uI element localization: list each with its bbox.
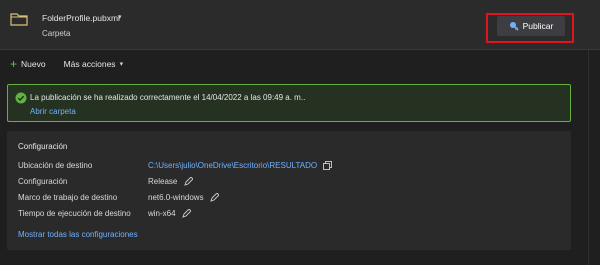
target-framework-value: net6.0-windows	[148, 193, 204, 202]
publish-button[interactable]: Publicar	[497, 16, 565, 36]
row-label: Marco de trabajo de destino	[18, 193, 118, 202]
row-label: Configuración	[18, 177, 68, 186]
row-value: C:\Users\julio\OneDrive\Escritorio\RESUL…	[148, 161, 333, 171]
success-alert: La publicación se ha realizado correctam…	[7, 84, 571, 122]
check-circle-icon	[15, 92, 27, 104]
profile-name[interactable]: FolderProfile.pubxml	[42, 13, 120, 23]
row-label: Ubicación de destino	[18, 161, 93, 170]
publish-label: Publicar	[522, 21, 554, 31]
more-actions-button[interactable]: Más acciones ▾	[64, 59, 123, 69]
chevron-down-icon[interactable]: ▾	[118, 13, 122, 21]
pencil-icon[interactable]	[183, 177, 193, 187]
row-value: win-x64	[148, 209, 191, 219]
alert-message: La publicación se ha realizado correctam…	[30, 93, 306, 102]
config-title: Configuración	[18, 142, 68, 151]
more-actions-label: Más acciones	[63, 59, 116, 69]
row-value: Release	[148, 177, 193, 187]
show-all-settings-link[interactable]: Mostrar todas las configuraciones	[18, 230, 138, 239]
toolbar: + Nuevo Más acciones ▾	[10, 58, 123, 70]
configuration-value: Release	[148, 177, 178, 186]
profile-type: Carpeta	[42, 29, 71, 38]
copy-icon[interactable]	[323, 161, 333, 171]
target-location-link[interactable]: C:\Users\julio\OneDrive\Escritorio\RESUL…	[148, 161, 317, 170]
new-button[interactable]: + Nuevo	[10, 57, 46, 71]
row-value: net6.0-windows	[148, 193, 219, 203]
new-label: Nuevo	[21, 59, 46, 69]
folder-icon	[10, 13, 28, 26]
open-folder-link[interactable]: Abrir carpeta	[30, 107, 76, 116]
configuration-card: Configuración Ubicación de destino C:\Us…	[7, 131, 571, 250]
publish-icon	[509, 22, 519, 31]
chevron-down-icon: ▾	[119, 61, 124, 68]
row-label: Tiempo de ejecución de destino	[18, 209, 131, 218]
divider	[588, 50, 589, 265]
pencil-icon[interactable]	[182, 209, 191, 219]
target-runtime-value: win-x64	[148, 209, 176, 218]
plus-icon: +	[10, 57, 18, 71]
pencil-icon[interactable]	[210, 193, 219, 203]
